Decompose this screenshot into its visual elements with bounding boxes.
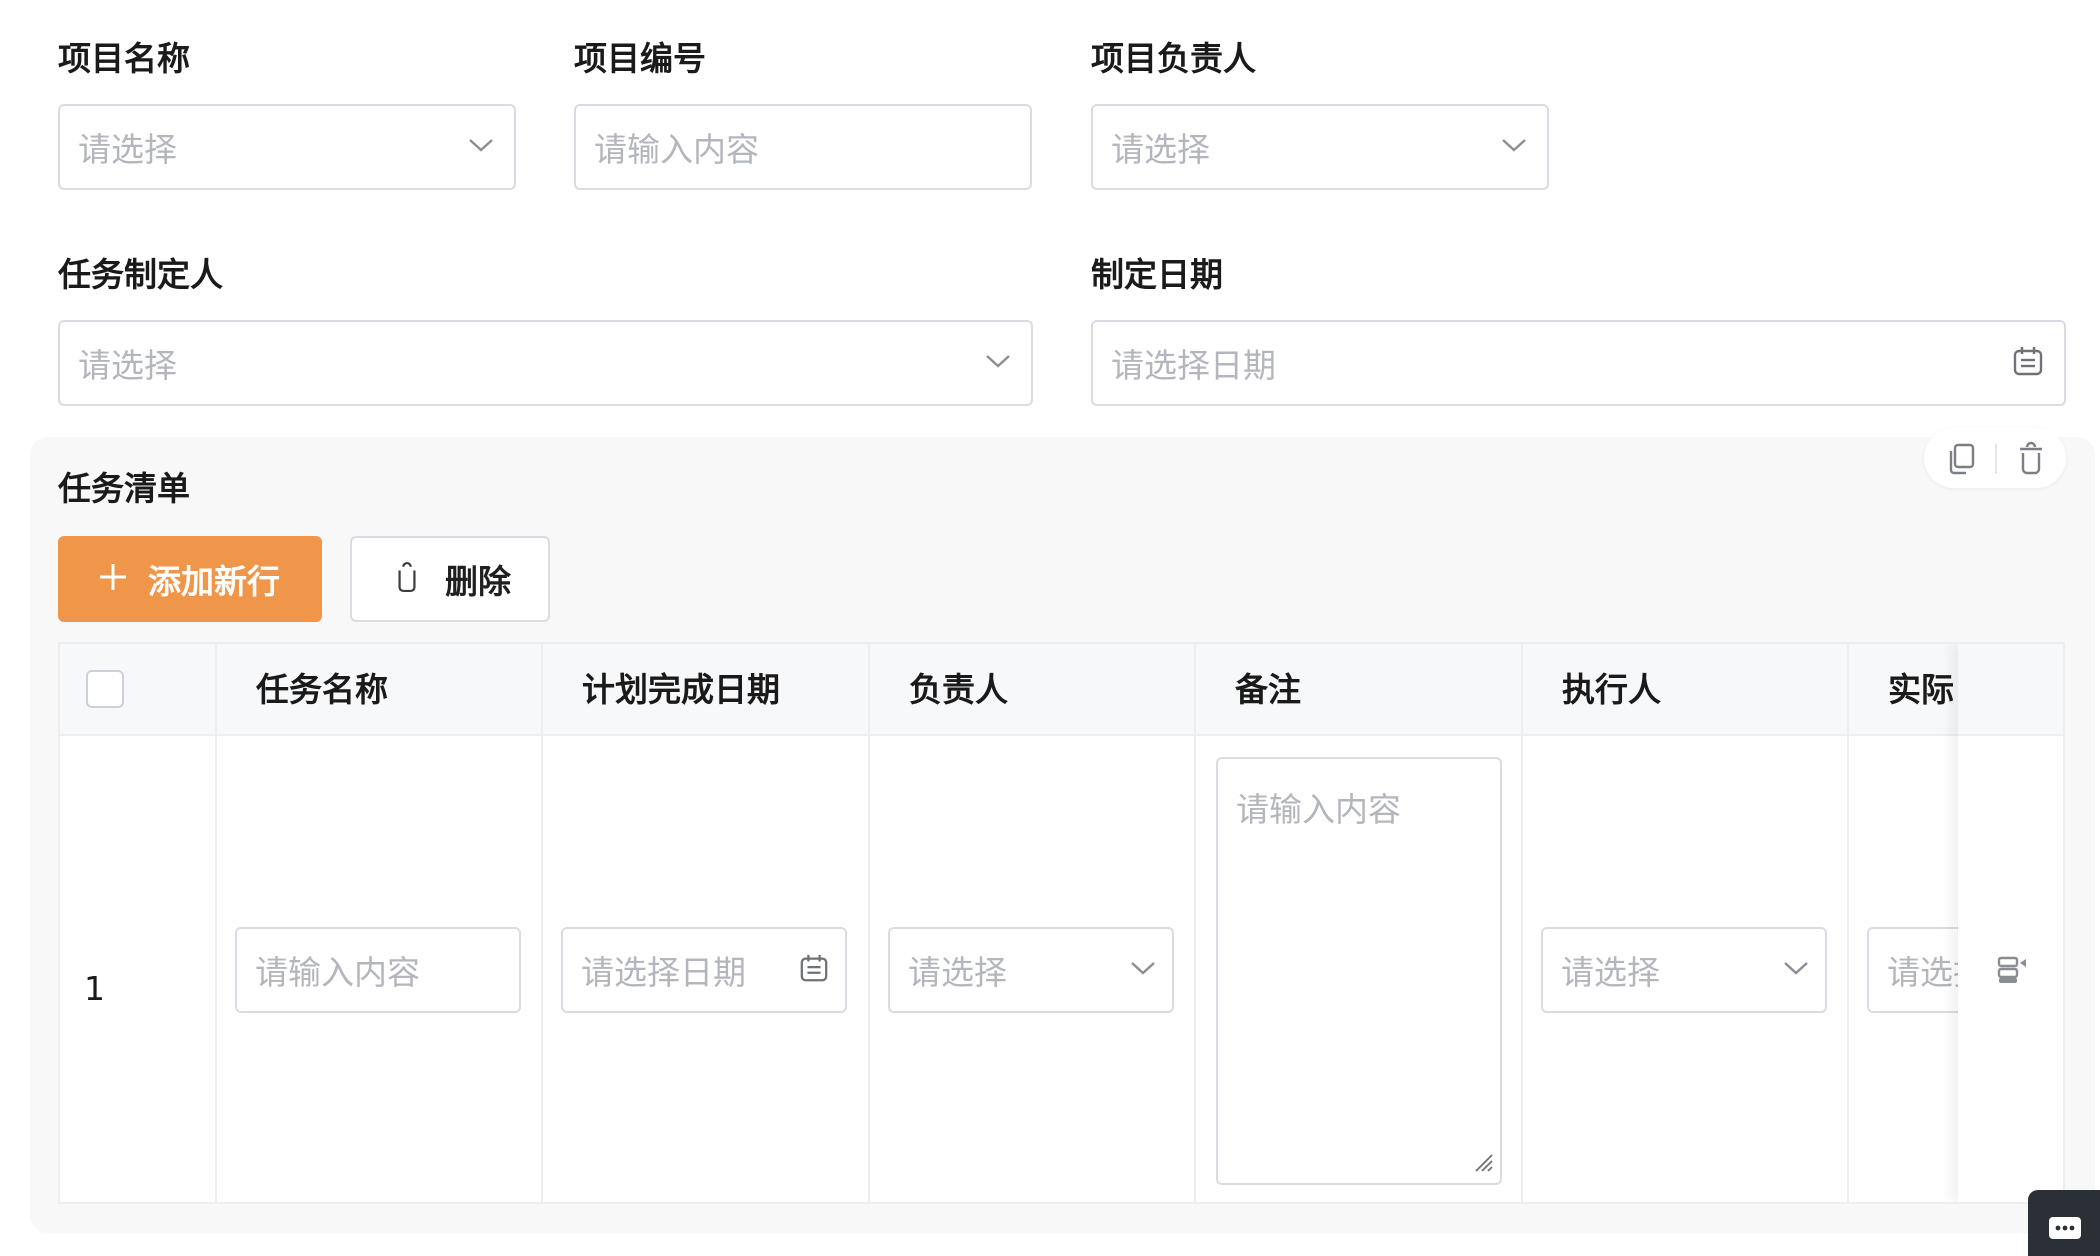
task-name-placeholder: 请输入内容: [255, 953, 420, 992]
chevron-down-icon: [985, 353, 1011, 373]
delete-button[interactable]: 删除: [350, 536, 550, 622]
project-name-select[interactable]: 请选择: [58, 104, 516, 190]
copy-icon[interactable]: [1946, 442, 1976, 480]
calendar-icon: [2012, 345, 2044, 381]
create-date-placeholder: 请选择日期: [1111, 346, 1276, 385]
select-all-checkbox[interactable]: [86, 670, 124, 708]
task-table: 任务名称 计划完成日期 负责人 备注 执行人 实际 1 请输入内容 请选择日期 …: [58, 642, 2065, 1204]
plan-date-placeholder: 请选择日期: [581, 953, 746, 992]
column-divider: [541, 644, 543, 1202]
column-divider: [1521, 644, 1523, 1202]
resize-handle-icon[interactable]: [1472, 1151, 1494, 1177]
row-index: 1: [84, 969, 105, 1008]
calendar-icon: [799, 953, 829, 987]
project-owner-placeholder: 请选择: [1111, 130, 1210, 169]
project-name-placeholder: 请选择: [78, 130, 177, 169]
task-name-input[interactable]: 请输入内容: [235, 927, 521, 1013]
project-owner-label: 项目负责人: [1091, 39, 1256, 78]
column-divider: [868, 644, 870, 1202]
trash-icon: [394, 561, 420, 597]
column-header-plan-date: 计划完成日期: [582, 670, 780, 709]
toolbar-divider: [1995, 444, 1997, 474]
chevron-down-icon: [468, 137, 494, 157]
chevron-down-icon: [1501, 137, 1527, 157]
column-header-actual: 实际: [1888, 670, 1954, 709]
column-header-task-name: 任务名称: [256, 670, 388, 709]
project-code-placeholder: 请输入内容: [594, 130, 759, 169]
column-header-executor: 执行人: [1562, 670, 1661, 709]
task-list-title: 任务清单: [58, 469, 190, 508]
task-creator-placeholder: 请选择: [78, 346, 177, 385]
create-date-label: 制定日期: [1091, 255, 1223, 294]
column-header-remark: 备注: [1235, 670, 1301, 709]
project-owner-select[interactable]: 请选择: [1091, 104, 1549, 190]
row-actions-header: [1958, 644, 2063, 736]
project-code-input[interactable]: 请输入内容: [574, 104, 1032, 190]
remark-textarea[interactable]: 请输入内容: [1216, 757, 1502, 1185]
column-divider: [215, 644, 217, 1202]
plan-date-picker[interactable]: 请选择日期: [561, 927, 847, 1013]
chevron-down-icon: [1783, 960, 1809, 980]
add-row-label: 添加新行: [148, 562, 280, 601]
task-creator-label: 任务制定人: [58, 255, 223, 294]
chevron-down-icon: [1130, 960, 1156, 980]
card-toolbar: [1924, 428, 2066, 488]
trash-icon[interactable]: [2017, 441, 2045, 479]
create-date-picker[interactable]: 请选择日期: [1091, 320, 2066, 406]
add-row-button[interactable]: 添加新行: [58, 536, 322, 622]
column-divider: [1847, 644, 1849, 1202]
remark-placeholder: 请输入内容: [1236, 790, 1401, 829]
column-divider: [1194, 644, 1196, 1202]
project-code-label: 项目编号: [574, 39, 706, 78]
executor-select[interactable]: 请选择: [1541, 927, 1827, 1013]
delete-label: 删除: [445, 562, 511, 601]
row-action-icon[interactable]: [1996, 954, 2028, 990]
executor-placeholder: 请选择: [1561, 953, 1660, 992]
column-header-owner: 负责人: [909, 670, 1008, 709]
chat-icon: [2048, 1216, 2082, 1250]
plus-icon: [98, 562, 128, 596]
task-creator-select[interactable]: 请选择: [58, 320, 1033, 406]
project-name-label: 项目名称: [58, 39, 190, 78]
owner-select[interactable]: 请选择: [888, 927, 1174, 1013]
chat-button[interactable]: [2028, 1190, 2100, 1256]
owner-placeholder: 请选择: [908, 953, 1007, 992]
row-actions-column: [1958, 644, 2063, 1202]
